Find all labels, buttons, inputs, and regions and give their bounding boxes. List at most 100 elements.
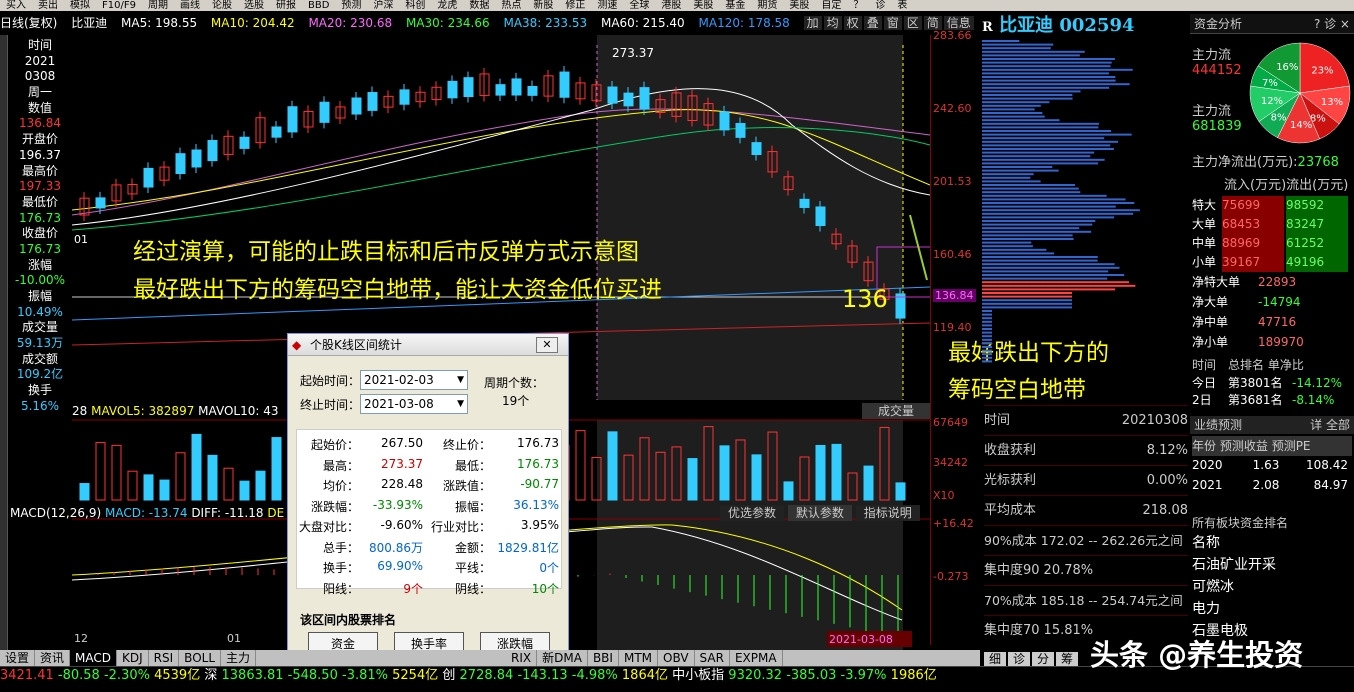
- perf-pe: 84.97: [1313, 478, 1348, 492]
- sector-item[interactable]: 石油矿业开采: [1192, 554, 1352, 576]
- main-net-outflow: 主力净流出(万元):23768: [1192, 155, 1339, 170]
- tab-rsi[interactable]: RSI: [149, 650, 180, 666]
- sh-amount: 4539亿: [154, 668, 201, 683]
- stat-label: 总手：: [322, 540, 359, 555]
- chip-bar: [982, 245, 1033, 248]
- tab-bbi[interactable]: BBI: [588, 650, 619, 666]
- volume-indicator-select[interactable]: 成交量: [862, 403, 930, 419]
- menu-item-1[interactable]: 卖出: [32, 0, 64, 11]
- chip-bar: [982, 331, 992, 334]
- flow-header: 流入(万元)流出(万元): [1224, 174, 1348, 193]
- indicator-help-button[interactable]: 指标说明: [855, 505, 920, 521]
- menu-item-6[interactable]: 论股: [206, 0, 238, 11]
- perf-row: 2021 2.08 84.97: [1192, 478, 1352, 498]
- menu-item-3[interactable]: F10/F9: [96, 0, 142, 11]
- chip-bar: [982, 281, 1130, 284]
- menu-item-14[interactable]: 数据: [463, 0, 495, 11]
- date-label-01b: 01: [227, 632, 241, 645]
- menu-item-10[interactable]: 预测: [335, 0, 367, 11]
- left-toolbar[interactable]: [0, 35, 8, 650]
- menu-item-28[interactable]: 表: [891, 0, 913, 11]
- menu-item-8[interactable]: 研报: [270, 0, 302, 11]
- pie-label: 23%: [1311, 66, 1333, 77]
- panel-tab-1[interactable]: 诊: [1008, 652, 1031, 666]
- chip-bar: [982, 83, 1130, 86]
- chart-tool-5[interactable]: 区: [903, 16, 922, 30]
- chip-distribution[interactable]: [982, 40, 1190, 400]
- menu-item-12[interactable]: 科创: [399, 0, 431, 11]
- menu-item-0[interactable]: 买入: [0, 0, 32, 11]
- chart-tool-0[interactable]: 加: [803, 16, 822, 30]
- conc70-value: 15.81%: [1043, 623, 1094, 638]
- chart-tool-1[interactable]: 均: [823, 16, 842, 30]
- default-params-button[interactable]: 默认参数: [787, 505, 852, 521]
- menu-item-21[interactable]: 美股: [687, 0, 719, 11]
- menu-item-25[interactable]: 自定: [815, 0, 847, 11]
- sector-item[interactable]: 电力: [1192, 598, 1352, 620]
- stat-value: -9.60%: [380, 518, 423, 532]
- cost-avg-value: 218.08: [1142, 503, 1189, 518]
- panel-icons[interactable]: ? 诊 ×: [1314, 14, 1350, 34]
- sz-pct: -3.81%: [342, 668, 388, 683]
- axis-macd-2: -0.273: [933, 570, 969, 583]
- start-time-select[interactable]: 2021-02-03: [360, 370, 468, 390]
- panel-tab-2[interactable]: 分: [1032, 652, 1055, 666]
- chart-tool-7[interactable]: 信息: [943, 16, 974, 30]
- optimize-params-button[interactable]: 优选参数: [720, 505, 785, 521]
- menu-item-5[interactable]: 画线: [174, 0, 206, 11]
- menu-item-18[interactable]: 测速: [591, 0, 623, 11]
- candle-body: [399, 89, 410, 105]
- menu-item-2[interactable]: 模拟: [64, 0, 96, 11]
- axis-vol-2: 34242: [933, 456, 968, 469]
- tab-sar[interactable]: SAR: [695, 650, 730, 666]
- menu-item-15[interactable]: 热点: [495, 0, 527, 11]
- menu-item-11[interactable]: 沪深: [367, 0, 399, 11]
- candle-body: [511, 78, 522, 96]
- panel-tab-0[interactable]: 细: [984, 652, 1007, 666]
- menu-item-13[interactable]: 龙虎: [431, 0, 463, 11]
- menu-item-23[interactable]: 期货: [751, 0, 783, 11]
- panel-tab-3[interactable]: 筹: [1056, 652, 1079, 666]
- chart-tool-2[interactable]: 权: [843, 16, 862, 30]
- menu-item-22[interactable]: 基金: [719, 0, 751, 11]
- period-label[interactable]: 日线(复权): [0, 16, 57, 30]
- close-icon[interactable]: ✕: [536, 337, 558, 353]
- menu-item-4[interactable]: 周期: [142, 0, 174, 11]
- tab-obv[interactable]: OBV: [658, 650, 695, 666]
- tab-kdj[interactable]: KDJ: [117, 650, 149, 666]
- pie-label: 7%: [1262, 78, 1278, 89]
- info-value: 136.84: [19, 116, 61, 131]
- menu-item-7[interactable]: 选股: [238, 0, 270, 11]
- tab-expma[interactable]: EXPMA: [730, 650, 783, 666]
- menu-item-9[interactable]: BBD: [302, 0, 335, 11]
- sector-item[interactable]: 可燃冰: [1192, 576, 1352, 598]
- candle-body: [463, 77, 474, 98]
- tab-boll[interactable]: BOLL: [179, 650, 222, 666]
- tab-mtm[interactable]: MTM: [619, 650, 659, 666]
- tab-新dma[interactable]: 新DMA: [537, 650, 588, 666]
- date-label-12: 12: [74, 632, 88, 645]
- chart-tool-3[interactable]: 叠: [863, 16, 882, 30]
- menu-item-16[interactable]: 新股: [527, 0, 559, 11]
- menu-item-27[interactable]: 诊: [869, 0, 891, 11]
- flow-label: 小单: [1192, 255, 1217, 269]
- chip-bar: [982, 144, 1111, 147]
- cy-amount: 1864亿: [621, 668, 668, 683]
- stat-label: 均价：: [322, 479, 359, 493]
- perf-buttons[interactable]: 详 全部: [1310, 416, 1350, 434]
- menu-item-20[interactable]: 港股: [655, 0, 687, 11]
- end-time-select[interactable]: 2021-03-08: [360, 394, 468, 414]
- candle-body: [287, 106, 298, 133]
- tab-主力[interactable]: 主力: [221, 650, 257, 666]
- chart-tool-4[interactable]: 窗: [883, 16, 902, 30]
- tab-rix[interactable]: RIX: [506, 650, 538, 666]
- chart-tool-6[interactable]: 简: [923, 16, 942, 30]
- menu-item-24[interactable]: 美股: [783, 0, 815, 11]
- menu-item-26[interactable]: ？: [847, 0, 869, 11]
- rank-time: 今日: [1192, 376, 1217, 390]
- tab-macd[interactable]: MACD: [70, 650, 118, 666]
- tab-设置[interactable]: 设置: [0, 650, 36, 666]
- menu-item-19[interactable]: 全球: [623, 0, 655, 11]
- tab-资讯[interactable]: 资讯: [35, 650, 71, 666]
- menu-item-17[interactable]: 修正: [559, 0, 591, 11]
